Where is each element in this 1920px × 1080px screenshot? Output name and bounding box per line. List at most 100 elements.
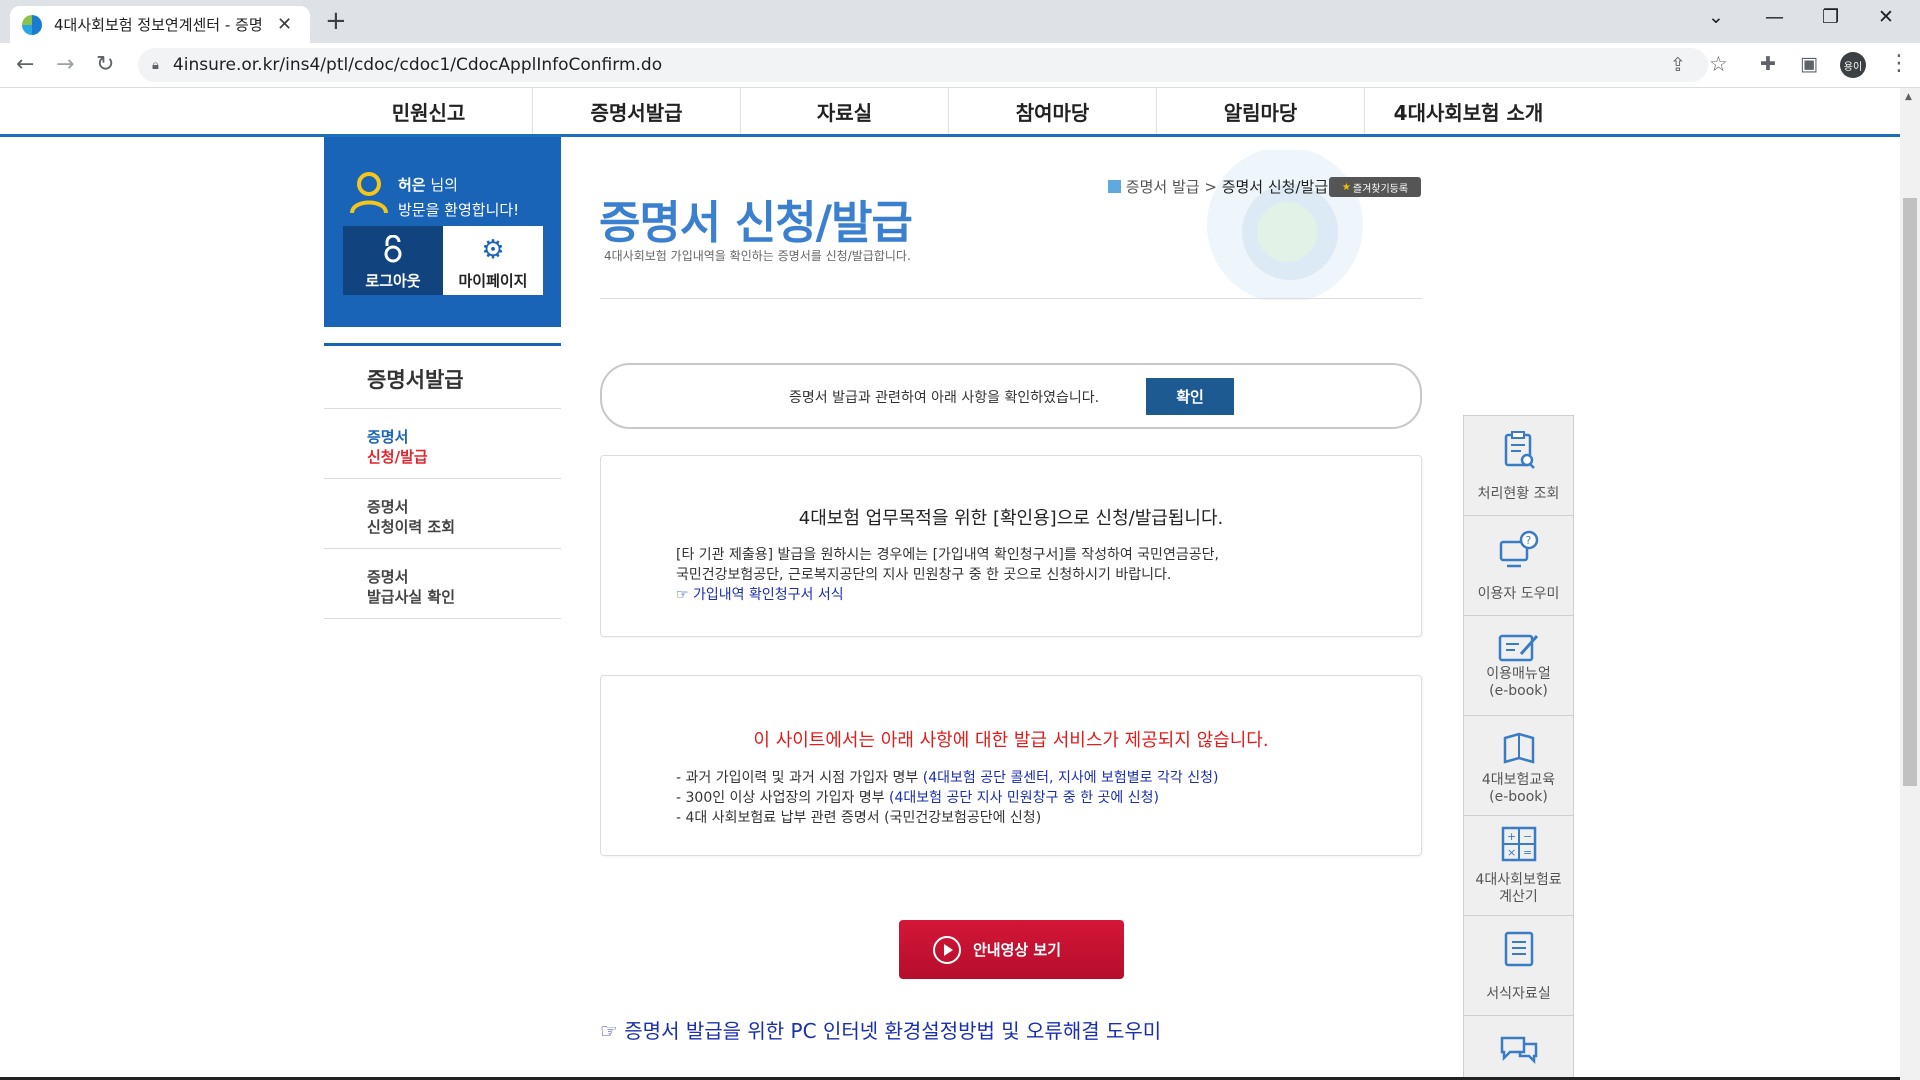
quick-item-label: 이용매뉴얼 (e-book) <box>1486 666 1551 699</box>
sidebar-item-line2: 발급사실 확인 <box>367 588 456 606</box>
info-line-1: [타 기관 제출용] 발급을 원하시는 경우에는 [가입내역 확인청구서]를 작… <box>676 547 1219 563</box>
info-box-purpose: 4대보험 업무목적을 위한 [확인용]으로 신청/발급됩니다. [타 기관 제출… <box>600 455 1422 637</box>
extensions-icon[interactable]: ✚ <box>1760 53 1776 75</box>
bookmark-button[interactable]: ★ 즐겨찾기등록 <box>1329 177 1421 197</box>
mypage-button[interactable]: ⚙ 마이페이지 <box>443 226 543 295</box>
star-icon: ★ <box>1341 181 1351 193</box>
not-provided-list: - 과거 가입이력 및 과거 시점 가입자 명부 (4대보험 공단 콜센터, 지… <box>676 768 1218 828</box>
mypage-label: 마이페이지 <box>458 272 528 290</box>
tab-close-icon[interactable]: ✕ <box>277 14 292 35</box>
gnb-item-certificate[interactable]: 증명서발급 <box>533 88 740 134</box>
breadcrumb-parent[interactable]: 증명서 발급 <box>1126 178 1200 196</box>
info-box-not-provided: 이 사이트에서는 아래 사항에 대한 발급 서비스가 제공되지 않습니다. - … <box>600 675 1422 856</box>
gnb-item-notice[interactable]: 알림마당 <box>1157 88 1364 134</box>
quick-item-label: 처리현황 조회 <box>1477 486 1560 502</box>
quick-item-education[interactable]: 4대보험교육 (e-book) <box>1464 716 1573 816</box>
side-panel-icon[interactable]: ▣ <box>1800 53 1818 75</box>
maximize-icon[interactable]: ❐ <box>1822 6 1839 28</box>
login-box: 허은 님의 방문을 환영합니다! 로그아웃 ⚙ 마이페이지 <box>324 137 561 327</box>
list-item-note: (4대보험 공단 콜센터, 지사에 보험별로 각각 신청) <box>922 770 1219 786</box>
confirm-box: 증명서 발급과 관련하여 아래 사항을 확인하였습니다. 확인 <box>600 363 1422 429</box>
chat-bubble-icon <box>1464 1032 1573 1070</box>
logout-label: 로그아웃 <box>365 272 421 290</box>
sidebar-item-line2: 신청이력 조회 <box>367 518 456 536</box>
kebab-menu-icon[interactable]: ⋮ <box>1888 51 1910 76</box>
quick-item-label: 4대보험교육 (e-book) <box>1481 772 1556 805</box>
quick-menu: 처리현황 조회 ? 이용자 도우미 이용매뉴얼 (e-book) 4대보험교육 … <box>1463 415 1574 1080</box>
global-navigation: 민원신고 증명서발급 자료실 참여마당 알림마당 4대사회보험 소개 <box>0 88 1900 137</box>
sidebar-item-verify[interactable]: 증명서 발급사실 확인 <box>324 549 561 619</box>
url-text[interactable]: 4insure.or.kr/ins4/ptl/cdoc/cdoc1/CdocAp… <box>173 55 662 75</box>
page-scrollbar[interactable]: ▲ <box>1900 88 1920 1080</box>
site-favicon-icon <box>22 14 42 35</box>
logout-button[interactable]: 로그아웃 <box>343 226 443 295</box>
list-item: - 과거 가입이력 및 과거 시점 가입자 명부 (4대보험 공단 콜센터, 지… <box>676 770 1219 786</box>
book-icon <box>1464 730 1573 770</box>
claim-form-link[interactable]: ☞ 가입내역 확인청구서 서식 <box>676 587 844 603</box>
address-bar[interactable]: 🔒︎ 4insure.or.kr/ins4/ptl/cdoc/cdoc1/Cdo… <box>138 48 1728 82</box>
quick-item-user-help[interactable]: ? 이용자 도우미 <box>1464 516 1573 616</box>
scroll-up-arrow-icon[interactable]: ▲ <box>1905 92 1912 102</box>
back-arrow-icon[interactable]: ← <box>16 52 34 77</box>
lock-icon[interactable]: 🔒︎ <box>152 58 159 73</box>
star-icon[interactable]: ☆ <box>1709 52 1728 76</box>
quick-item-label: 서식자료실 <box>1486 986 1551 1002</box>
tab-search-icon[interactable]: ⌄ <box>1708 6 1724 28</box>
play-icon <box>933 935 961 964</box>
calculator-icon: + − × = <box>1464 826 1573 866</box>
sidebar-item-line1: 증명서 <box>367 498 409 516</box>
quick-item-label: 4대사회보험료 계산기 <box>1475 872 1562 905</box>
info-line-2: 국민건강보험공단, 근로복지공단의 지사 민원창구 중 한 곳으로 신청하시기 … <box>676 567 1172 583</box>
gnb-item-about[interactable]: 4대사회보험 소개 <box>1365 88 1572 134</box>
tab-title: 4대사회보험 정보연계센터 - 증명 <box>54 16 263 34</box>
svg-text:−: − <box>1523 830 1532 843</box>
browser-toolbar: ← → ↻ 🔒︎ 4insure.or.kr/ins4/ptl/cdoc/cdo… <box>0 43 1920 88</box>
sidebar-item-apply-issue[interactable]: 증명서 신청/발급 <box>324 409 561 479</box>
new-tab-button[interactable]: + <box>325 6 347 36</box>
list-item-note: (4대보험 공단 지사 민원창구 중 한 곳에 신청) <box>889 790 1159 806</box>
info-box-text: [타 기관 제출용] 발급을 원하시는 경우에는 [가입내역 확인청구서]를 작… <box>676 545 1219 605</box>
home-icon[interactable] <box>1108 180 1121 193</box>
decorative-logo-watermark <box>1207 150 1363 300</box>
confirm-text: 증명서 발급과 관련하여 아래 사항을 확인하였습니다. <box>789 390 1100 406</box>
gnb-item-participation[interactable]: 참여마당 <box>949 88 1156 134</box>
welcome-text: 방문을 환영합니다! <box>398 201 520 219</box>
quick-item-status[interactable]: 처리현황 조회 <box>1464 416 1573 516</box>
breadcrumb-separator: > <box>1204 178 1217 196</box>
browser-tab[interactable]: 4대사회보험 정보연계센터 - 증명 ✕ <box>10 6 310 43</box>
user-suffix: 님의 <box>425 176 458 194</box>
pc-settings-help-link[interactable]: ☞ 증명서 발급을 위한 PC 인터넷 환경설정방법 및 오류해결 도우미 <box>600 1015 1161 1044</box>
user-icon <box>350 172 388 214</box>
reload-icon[interactable]: ↻ <box>96 52 114 77</box>
unlock-icon <box>343 234 443 270</box>
user-name: 허은 <box>398 176 426 194</box>
minimize-icon[interactable]: — <box>1765 6 1784 28</box>
profile-avatar[interactable]: 용이 <box>1840 52 1866 78</box>
breadcrumb: 증명서 발급 > 증명서 신청/발급 <box>1108 176 1328 197</box>
breadcrumb-current: 증명서 신청/발급 <box>1221 178 1329 196</box>
confirm-button[interactable]: 확인 <box>1146 378 1234 415</box>
quick-item-calculator[interactable]: + − × = 4대사회보험료 계산기 <box>1464 816 1573 916</box>
gnb-item-complaint[interactable]: 민원신고 <box>325 88 532 134</box>
info-box-title: 4대보험 업무목적을 위한 [확인용]으로 신청/발급됩니다. <box>798 508 1224 529</box>
sidebar-item-history[interactable]: 증명서 신청이력 조회 <box>324 479 561 549</box>
window-close-icon[interactable]: ✕ <box>1878 6 1894 28</box>
document-icon <box>1464 930 1573 972</box>
list-item: - 300인 이상 사업장의 가입자 명부 (4대보험 공단 지사 민원창구 중… <box>676 790 1159 806</box>
gnb-item-archive[interactable]: 자료실 <box>741 88 948 134</box>
scroll-thumb[interactable] <box>1903 198 1917 786</box>
manual-edit-icon <box>1464 630 1573 668</box>
sidebar-item-line2: 신청/발급 <box>367 448 428 466</box>
browser-tab-bar: 4대사회보험 정보연계센터 - 증명 ✕ + ⌄ — ❐ ✕ <box>0 0 1920 43</box>
quick-item-chat[interactable] <box>1464 1016 1573 1079</box>
sidebar-item-line1: 증명서 <box>367 568 409 586</box>
gear-icon: ⚙ <box>481 235 505 265</box>
quick-item-forms[interactable]: 서식자료실 <box>1464 916 1573 1016</box>
guide-video-button[interactable]: 안내영상 보기 <box>899 920 1124 979</box>
svg-text:?: ? <box>1525 534 1531 547</box>
forward-arrow-icon[interactable]: → <box>56 52 74 77</box>
clipboard-search-icon <box>1464 430 1573 474</box>
bookmark-label: 즐겨찾기등록 <box>1352 183 1409 195</box>
quick-item-manual[interactable]: 이용매뉴얼 (e-book) <box>1464 616 1573 716</box>
share-icon[interactable]: ⇪ <box>1670 54 1686 76</box>
